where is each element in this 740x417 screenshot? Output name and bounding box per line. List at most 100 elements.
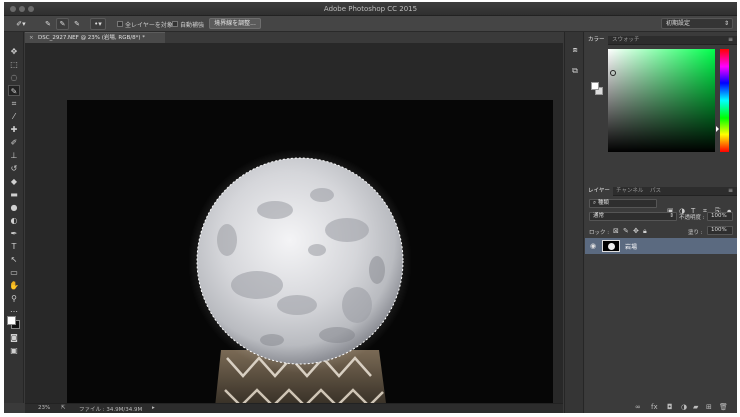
hue-slider[interactable] bbox=[720, 49, 729, 152]
rectangle-icon: ▭ bbox=[10, 268, 18, 277]
document-tab[interactable]: × DSC_2927.NEF @ 23% (岩場, RGB/8*) * bbox=[25, 32, 165, 43]
layer-filter-kind[interactable]: ⌕ 種類 bbox=[589, 199, 657, 208]
trash-icon[interactable]: 🗑︎ bbox=[719, 403, 728, 411]
zoom-level[interactable]: 23% bbox=[38, 405, 50, 411]
auto-enhance-checkbox[interactable] bbox=[172, 21, 178, 27]
path-selection-tool[interactable]: ↖ bbox=[8, 254, 20, 265]
opacity-input[interactable]: 100% bbox=[707, 212, 733, 221]
brush-size-picker[interactable]: •▾ bbox=[90, 18, 106, 30]
close-tab-icon[interactable]: × bbox=[29, 33, 34, 43]
history-brush-tool[interactable]: ↺ bbox=[8, 163, 20, 174]
document-canvas[interactable] bbox=[67, 100, 553, 413]
adjustment-layer-icon[interactable]: ◑ bbox=[681, 403, 687, 411]
move-tool[interactable]: ✥ bbox=[8, 46, 20, 57]
crop-tool[interactable]: ⌗ bbox=[8, 98, 20, 109]
blur-tool[interactable]: ● bbox=[8, 202, 20, 213]
sample-all-layers-label: 全レイヤーを対象 bbox=[125, 22, 173, 29]
hue-slider-marker[interactable] bbox=[716, 126, 719, 132]
history-icon: ⧈ bbox=[572, 45, 578, 54]
history-panel-button[interactable]: ⧈ bbox=[570, 45, 580, 55]
panel-menu-icon[interactable]: ≡ bbox=[728, 187, 733, 194]
photoshop-window: Adobe Photoshop CC 2015 ✐▾ ✎ ✎ ✎ •▾ 全レイヤ… bbox=[4, 2, 737, 413]
panel-menu-icon[interactable]: ≡ bbox=[728, 36, 733, 43]
tab-channels[interactable]: チャンネル bbox=[613, 187, 646, 196]
dropdown-arrow-icon: ⇕ bbox=[669, 213, 674, 219]
opacity-value: 100% bbox=[711, 213, 727, 219]
dodge-icon: ◐ bbox=[10, 216, 18, 225]
lasso-tool[interactable]: ◌ bbox=[8, 72, 20, 83]
fill-input[interactable]: 100% bbox=[707, 226, 733, 235]
magnifier-icon: ⚲ bbox=[11, 294, 17, 303]
foreground-color-swatch[interactable] bbox=[7, 316, 16, 325]
status-bar: 23% ⇱ ファイル : 34.9M/34.9M ▸ bbox=[25, 403, 563, 413]
layer-row-selected[interactable]: ◉ 岩場 bbox=[585, 238, 737, 254]
eraser-tool[interactable]: ◆ bbox=[8, 176, 20, 187]
sample-all-layers-checkbox[interactable] bbox=[117, 21, 123, 27]
lock-position-icon[interactable]: ✥ bbox=[633, 227, 639, 235]
link-layers-icon[interactable]: ∞ bbox=[635, 403, 641, 411]
marquee-tool[interactable]: ⬚ bbox=[8, 59, 20, 70]
refine-edge-button[interactable]: 境界線を調整... bbox=[209, 18, 261, 29]
quick-mask-button[interactable]: ◙ bbox=[8, 332, 20, 343]
status-menu-arrow-icon[interactable]: ▸ bbox=[152, 405, 155, 411]
document-tab-title: DSC_2927.NEF @ 23% (岩場, RGB/8*) * bbox=[38, 35, 146, 41]
healing-brush-tool[interactable]: ✚ bbox=[8, 124, 20, 135]
opacity-label: 不透明度 : bbox=[679, 215, 705, 221]
gradient-icon: ▬ bbox=[10, 190, 18, 199]
dodge-tool[interactable]: ◐ bbox=[8, 215, 20, 226]
lock-transparent-icon[interactable]: ⊠ bbox=[613, 227, 619, 235]
export-icon[interactable]: ⇱ bbox=[61, 405, 66, 411]
screen-mode-button[interactable]: ▣ bbox=[8, 345, 20, 356]
file-size-info: ファイル : 34.9M/34.9M bbox=[79, 407, 143, 413]
color-field[interactable] bbox=[608, 49, 715, 152]
clone-stamp-tool[interactable]: ⊥ bbox=[8, 150, 20, 161]
brush-tool[interactable]: ✐ bbox=[8, 137, 20, 148]
pen-icon: ✒ bbox=[10, 229, 18, 238]
quick-selection-tool[interactable]: ✎ bbox=[8, 85, 20, 96]
tab-paths[interactable]: パス bbox=[647, 187, 664, 196]
workspace-switcher[interactable]: 初期設定 ⇕ bbox=[661, 18, 733, 29]
color-picker-handle[interactable] bbox=[610, 70, 616, 76]
new-layer-icon[interactable]: ⊞ bbox=[706, 403, 712, 411]
marquee-icon: ⬚ bbox=[10, 60, 18, 69]
gradient-tool[interactable]: ▬ bbox=[8, 189, 20, 200]
properties-panel-button[interactable]: ⧉ bbox=[570, 66, 580, 76]
layer-filter-kind-value: 種類 bbox=[597, 200, 609, 206]
tab-color[interactable]: カラー bbox=[585, 36, 608, 45]
lock-image-icon[interactable]: ✎ bbox=[623, 227, 629, 235]
extra-tools[interactable]: … bbox=[8, 304, 20, 315]
workspace-label: 初期設定 bbox=[666, 20, 691, 27]
blend-mode-select[interactable]: 通常 ⇕ bbox=[589, 212, 677, 221]
new-group-icon[interactable]: ▰ bbox=[693, 403, 698, 411]
tab-swatches[interactable]: スウォッチ bbox=[609, 36, 643, 45]
shape-tool[interactable]: ▭ bbox=[8, 267, 20, 278]
layer-mask-icon[interactable]: ◘ bbox=[667, 403, 673, 411]
layer-style-icon[interactable]: fx bbox=[651, 403, 658, 411]
tab-layers[interactable]: レイヤー bbox=[585, 187, 613, 196]
tool-preset-picker[interactable]: ✐▾ bbox=[10, 18, 32, 30]
subtract-from-selection-brush[interactable]: ✎ bbox=[71, 18, 83, 30]
eye-visibility-icon[interactable]: ◉ bbox=[590, 242, 596, 250]
eyedropper-tool[interactable]: ⁄ bbox=[8, 111, 20, 122]
add-to-selection-brush[interactable]: ✎ bbox=[56, 18, 69, 30]
zoom-tool[interactable]: ⚲ bbox=[8, 293, 20, 304]
lock-all-icon[interactable]: 🔒︎ bbox=[643, 227, 647, 236]
new-selection-brush[interactable]: ✎ bbox=[42, 18, 54, 30]
ellipsis-icon: … bbox=[10, 305, 18, 314]
lock-label: ロック : bbox=[589, 230, 610, 236]
quick-selection-icon: ✐▾ bbox=[16, 20, 26, 28]
brush-subtract-icon: ✎ bbox=[74, 20, 80, 28]
options-bar: ✐▾ ✎ ✎ ✎ •▾ 全レイヤーを対象 自動補強 境界線を調整... 初期設定… bbox=[4, 16, 737, 32]
pasteboard[interactable] bbox=[25, 43, 563, 413]
type-tool[interactable]: T bbox=[8, 241, 20, 252]
drop-icon: ● bbox=[10, 203, 18, 212]
move-icon: ✥ bbox=[10, 47, 18, 56]
pen-tool[interactable]: ✒ bbox=[8, 228, 20, 239]
brush-new-icon: ✎ bbox=[45, 20, 51, 28]
color-panel-foreground-swatch[interactable] bbox=[591, 82, 599, 90]
moon-lamp-photo bbox=[188, 149, 412, 413]
window-title: Adobe Photoshop CC 2015 bbox=[323, 5, 418, 13]
hand-tool[interactable]: ✋ bbox=[8, 280, 20, 291]
quick-mask-icon: ◙ bbox=[10, 333, 18, 342]
quick-selection-icon: ✎ bbox=[10, 87, 18, 96]
